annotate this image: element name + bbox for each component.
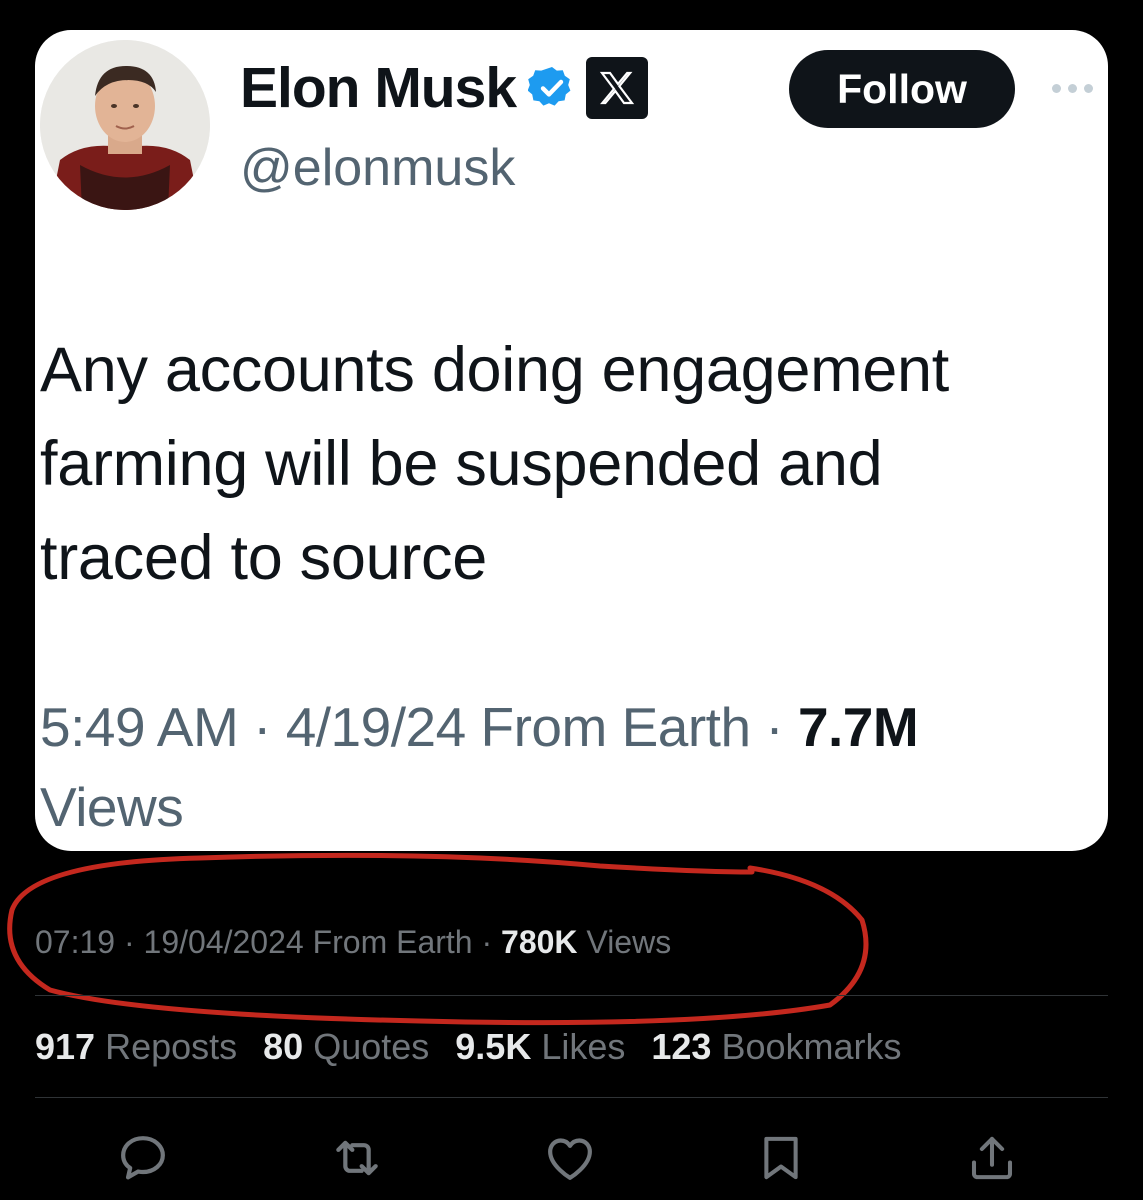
stat-label: Reposts [105, 1026, 238, 1067]
stat-value: 123 [651, 1026, 712, 1067]
follow-button[interactable]: Follow [789, 50, 1015, 128]
tweet-text: Any accounts doing engagement farming wi… [40, 323, 1100, 605]
separator-dot: · [253, 696, 271, 758]
card-source: From Earth [480, 696, 751, 758]
repost-icon [336, 1140, 378, 1176]
card-views-count: 7.7M [797, 696, 919, 758]
embedded-tweet-card: Elon Musk @elonmusk Follow Any accounts … [35, 30, 1108, 851]
reply-icon [121, 1136, 165, 1180]
card-date[interactable]: 4/19/24 [286, 696, 467, 758]
share-icon [971, 1136, 1013, 1180]
tweet-views-count[interactable]: 780K [501, 924, 578, 960]
card-time[interactable]: 5:49 AM [40, 696, 239, 758]
stat-label: Likes [541, 1026, 626, 1067]
tweet-text-line: Any accounts doing engagement [40, 335, 949, 405]
tweet-source: From Earth [312, 924, 473, 960]
stat-label: Quotes [313, 1026, 430, 1067]
card-timestamp-row: 5:49 AM · 4/19/24 From Earth · 7.7M View… [40, 687, 1040, 847]
more-options-icon[interactable] [1052, 78, 1102, 98]
bookmark-icon [764, 1136, 798, 1180]
tweet-text-line: traced to source [40, 523, 487, 593]
tweet-views-label[interactable]: Views [586, 924, 671, 960]
stat-label: Bookmarks [721, 1026, 902, 1067]
tweet-timestamp-row: 07:19 · 19/04/2024 From Earth · 780K Vie… [35, 921, 671, 963]
stat-value: 917 [35, 1026, 96, 1067]
tweet-text-line: farming will be suspended and [40, 429, 883, 499]
display-name[interactable]: Elon Musk [240, 55, 517, 121]
stat-bookmarks[interactable]: 123 Bookmarks [651, 1025, 901, 1069]
like-icon [548, 1138, 592, 1180]
action-bar [35, 1128, 1108, 1188]
stat-likes[interactable]: 9.5K Likes [455, 1025, 625, 1069]
stat-reposts[interactable]: 917 Reposts [35, 1025, 237, 1069]
card-views-label: Views [40, 776, 184, 838]
stat-value: 9.5K [455, 1026, 532, 1067]
share-button[interactable] [960, 1128, 1024, 1188]
x-logo-icon [586, 57, 649, 119]
engagement-stats: 917 Reposts 80 Quotes 9.5K Likes 123 Boo… [35, 1025, 902, 1069]
divider [35, 1097, 1108, 1098]
tweet-date[interactable]: 19/04/2024 [144, 924, 304, 960]
name-row: Elon Musk [240, 52, 649, 124]
verified-badge-icon [528, 64, 576, 112]
tweet-time[interactable]: 07:19 [35, 924, 115, 960]
stat-quotes[interactable]: 80 Quotes [263, 1025, 429, 1069]
bookmark-button[interactable] [749, 1128, 813, 1188]
user-handle[interactable]: @elonmusk [240, 138, 515, 198]
like-button[interactable] [538, 1128, 602, 1188]
avatar[interactable] [40, 40, 210, 210]
separator-dot: · [123, 924, 135, 960]
separator-dot: · [765, 696, 784, 758]
divider [35, 995, 1108, 996]
repost-button[interactable] [325, 1128, 389, 1188]
reply-button[interactable] [111, 1128, 175, 1188]
stat-value: 80 [263, 1026, 304, 1067]
separator-dot: · [481, 924, 493, 960]
